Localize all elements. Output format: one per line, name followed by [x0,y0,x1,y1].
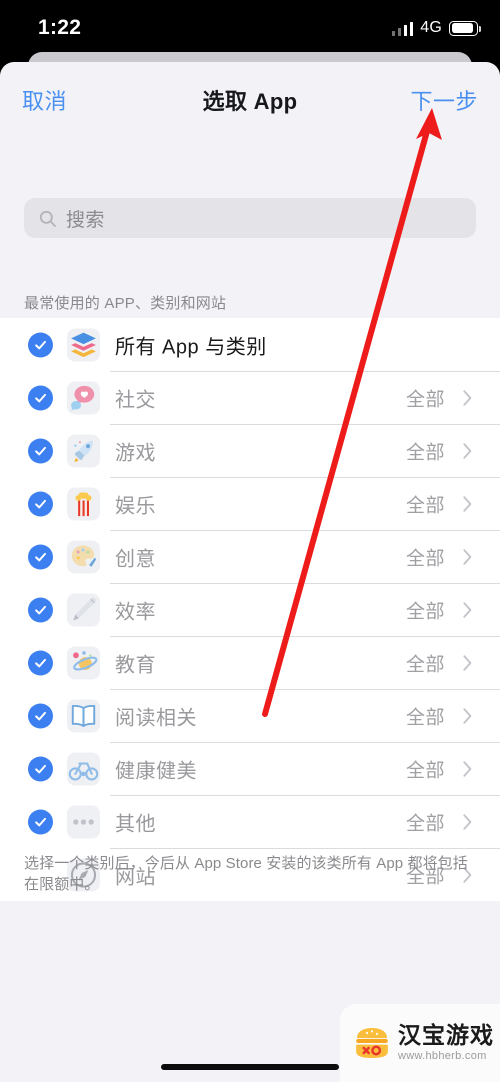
choose-app-sheet: 取消 选取 App 下一步 搜索 最常使用的 APP、类别和网站 所有 App … [0,62,500,1082]
category-row-2[interactable]: 游戏 全部 [0,424,500,477]
category-label: 社交 [115,389,156,411]
category-row-0[interactable]: 所有 App 与类别 [0,318,500,371]
category-label: 效率 [115,601,156,623]
category-value: 全部 [405,601,445,622]
category-value: 全部 [405,442,445,463]
category-value: 全部 [405,707,445,728]
checkbox-checked-icon[interactable] [28,703,53,728]
footer-note: 选择一个类别后，今后从 App Store 安装的该类所有 App 都将包括在限… [24,855,468,894]
search-bar[interactable]: 搜索 [24,198,476,238]
network-type-label: 4G [420,19,442,36]
checkbox-checked-icon[interactable] [28,544,53,569]
category-row-6[interactable]: 教育 全部 [0,636,500,689]
search-icon [39,210,56,227]
book-icon [67,699,100,732]
status-bar-indicators: 4G [391,18,482,38]
chevron-right-icon [462,548,473,566]
watermark: 汉宝游戏 www.hbherb.com [340,1004,500,1082]
category-label: 创意 [115,548,156,570]
section-header: 最常使用的 APP、类别和网站 [24,295,227,312]
category-value: 全部 [405,548,445,569]
pen-icon [67,593,100,626]
watermark-text: 汉宝游戏 www.hbherb.com [398,1024,494,1062]
category-row-4[interactable]: 创意 全部 [0,530,500,583]
next-step-button[interactable]: 下一步 [410,84,478,116]
category-label: 所有 App 与类别 [115,336,267,358]
category-list: 所有 App 与类别 社交 全部 游戏 全部 娱乐 全部 创意 全部 效率 全部 教育 全部 阅读相关 全部… [0,318,500,901]
sheet-nav-bar: 取消 选取 App 下一步 [0,62,500,132]
checkbox-checked-icon[interactable] [28,491,53,516]
planet-icon [67,646,100,679]
checkbox-checked-icon[interactable] [28,650,53,675]
category-row-3[interactable]: 娱乐 全部 [0,477,500,530]
search-placeholder: 搜索 [66,209,105,231]
checkbox-checked-icon[interactable] [28,385,53,410]
category-row-8[interactable]: 健康健美 全部 [0,742,500,795]
bicycle-icon [67,752,100,785]
category-label: 健康健美 [115,760,197,782]
chat-heart-icon [67,381,100,414]
checkbox-checked-icon[interactable] [28,756,53,781]
burger-logo-icon [356,1028,388,1058]
checkbox-checked-icon[interactable] [28,438,53,463]
category-row-7[interactable]: 阅读相关 全部 [0,689,500,742]
status-bar: 1:22 4G [0,0,500,52]
category-row-1[interactable]: 社交 全部 [0,371,500,424]
chevron-right-icon [462,601,473,619]
chevron-right-icon [462,389,473,407]
popcorn-icon [67,487,100,520]
chevron-right-icon [462,707,473,725]
chevron-right-icon [462,495,473,513]
category-label: 阅读相关 [115,707,197,729]
category-label: 娱乐 [115,495,156,517]
palette-icon [67,540,100,573]
category-label: 其他 [115,813,156,835]
watermark-title: 汉宝游戏 [398,1022,494,1048]
status-bar-time: 1:22 [38,16,82,39]
layers-stack-icon [67,328,100,361]
category-value: 全部 [405,389,445,410]
category-value: 全部 [405,495,445,516]
category-value: 全部 [405,654,445,675]
category-value: 全部 [405,813,445,834]
rocket-icon [67,434,100,467]
chevron-right-icon [462,442,473,460]
checkbox-checked-icon[interactable] [28,597,53,622]
category-row-5[interactable]: 效率 全部 [0,583,500,636]
phone-screen: 1:22 4G 取消 选取 App 下一步 搜索 最常使用的 APP、类别和网站… [0,0,500,1082]
category-value: 全部 [405,760,445,781]
checkbox-checked-icon[interactable] [28,809,53,834]
category-row-9[interactable]: 其他 全部 [0,795,500,848]
ellipsis-icon [67,805,100,838]
chevron-right-icon [462,654,473,672]
category-label: 游戏 [115,442,156,464]
category-label: 教育 [115,654,156,676]
chevron-right-icon [462,813,473,831]
checkbox-checked-icon[interactable] [28,332,53,357]
signal-bars-icon [391,21,414,36]
watermark-url: www.hbherb.com [398,1050,487,1062]
battery-icon [449,20,482,36]
search-input[interactable]: 搜索 [24,198,476,238]
chevron-right-icon [462,760,473,778]
home-indicator [161,1064,339,1070]
